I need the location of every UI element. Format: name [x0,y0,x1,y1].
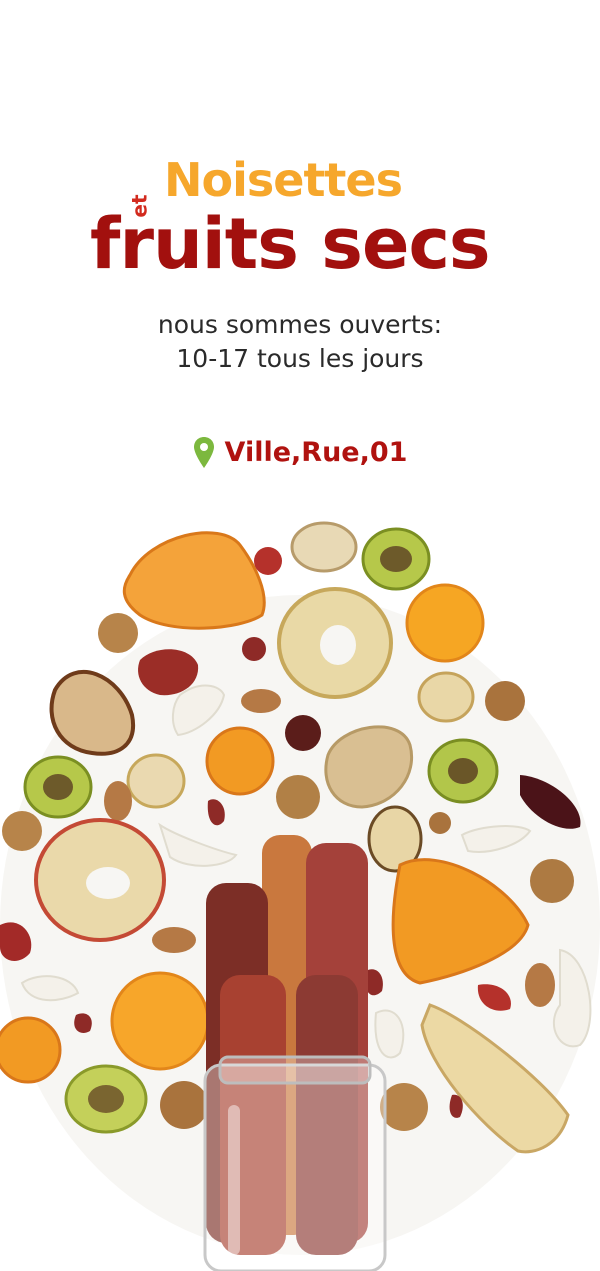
address-text: Ville,Rue,01 [224,437,408,468]
dried-cherry [285,715,321,751]
dried-cranberry [242,637,266,661]
dried-strawberry [254,547,282,575]
dried-orange-slice [405,583,485,663]
dried-apricot [205,726,275,796]
almond [241,689,281,713]
walnut [98,613,138,653]
coconut-chip [374,1009,405,1059]
address: Ville,Rue,01 [0,436,600,470]
walnut [485,681,525,721]
dried-apricot [0,1016,62,1084]
walnut [160,1081,208,1129]
dried-apple-ring [277,587,393,699]
dried-banana-slice [126,753,186,809]
dried-banana-slice [417,671,475,723]
walnut [2,811,42,851]
glass-jar [203,1055,387,1271]
dried-banana-slice [290,521,358,573]
dried-fruits-photo [0,505,600,1271]
opening-hours-line-2: 10-17 tous les jours [176,344,424,373]
almond [152,927,196,953]
dried-apple-ring [34,818,166,942]
dried-kiwi-slice [427,738,499,804]
almond [525,963,555,1007]
walnut [380,1083,428,1131]
dried-kiwi-slice [23,755,93,819]
brand-logo: et Noisettes fruits secs [0,150,600,290]
opening-hours-line-1: nous sommes ouverts: [157,310,443,339]
dried-kiwi-slice [361,527,431,591]
dried-cranberry [74,1013,92,1034]
almond [104,781,132,821]
hazelnut [429,812,451,834]
location-pin-icon [193,437,214,468]
logo-fruits-secs-text: fruits secs [90,203,491,285]
dried-kiwi-slice [64,1064,148,1134]
logo-noisettes-text: Noisettes [164,153,403,207]
flyer: et Noisettes fruits secs nous sommes ouv… [0,0,600,1271]
dried-orange-slice [110,971,210,1071]
walnut [530,859,574,903]
opening-hours: nous sommes ouverts: 10-17 tous les jour… [0,308,600,376]
walnut [276,775,320,819]
